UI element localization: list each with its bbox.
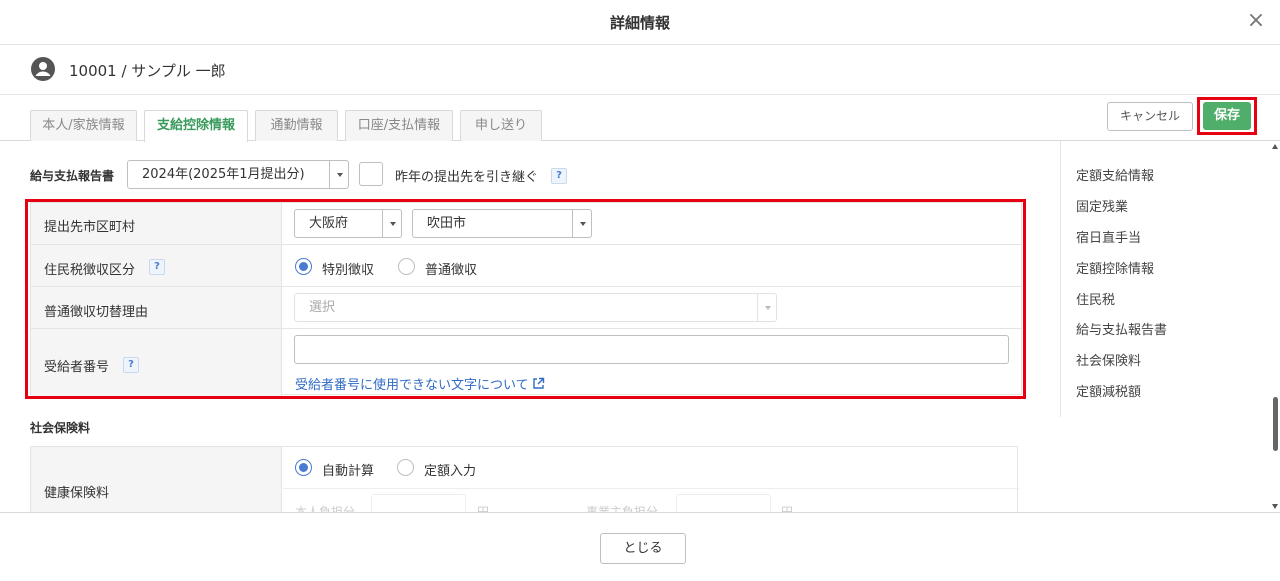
employee-name: 10001 / サンプル 一郎 <box>69 62 226 80</box>
self-share-label: 本人負担分 <box>295 505 356 512</box>
report-year-select[interactable]: 2024年(2025年1月提出分) <box>127 160 349 189</box>
self-share-input[interactable] <box>371 494 466 512</box>
modal-footer: とじる <box>0 512 1280 581</box>
tab-account-payment[interactable]: 口座/支払情報 <box>345 110 453 141</box>
employer-share-input[interactable] <box>676 494 771 512</box>
tab-personal-family[interactable]: 本人/家族情報 <box>30 110 137 141</box>
insurance-table: 健康保険料 自動計算 定額入力 本人負担分 円 事業主負担分 円 <box>30 446 1019 512</box>
report-label: 給与支払報告書 <box>30 169 115 183</box>
insurance-section-label: 社会保険料 <box>30 421 91 435</box>
cancel-button[interactable]: キャンセル <box>1107 102 1193 131</box>
nav-night-duty[interactable]: 宿日直手当 <box>1076 227 1141 246</box>
radio-auto-calc[interactable] <box>295 459 312 476</box>
close-button[interactable]: とじる <box>600 533 686 564</box>
radio-auto-calc-label: 自動計算 <box>322 464 375 479</box>
detail-modal: 詳細情報 × 10001 / サンプル 一郎 本人/家族情報 支給控除情報 通勤… <box>0 0 1280 581</box>
nav-fixed-deduction[interactable]: 定額控除情報 <box>1076 258 1154 277</box>
nav-social-insurance[interactable]: 社会保険料 <box>1076 350 1141 369</box>
row-health-insurance: 健康保険料 自動計算 定額入力 本人負担分 円 事業主負担分 円 <box>31 447 1019 512</box>
radio-fixed-amount-label: 定額入力 <box>424 464 477 479</box>
employer-share-label: 事業主負担分 <box>586 505 659 512</box>
scroll-thumb[interactable] <box>1273 397 1278 451</box>
modal-header: 詳細情報 × <box>0 0 1280 45</box>
nav-payment-report[interactable]: 給与支払報告書 <box>1076 319 1167 338</box>
chevron-down-icon <box>329 161 348 188</box>
main-content: 給与支払報告書 2024年(2025年1月提出分) 昨年の提出先を引き継ぐ ? … <box>0 141 1060 512</box>
nav-fixed-overtime[interactable]: 固定残業 <box>1076 196 1128 215</box>
user-circle-icon <box>31 57 55 81</box>
radio-fixed-amount[interactable] <box>397 459 414 476</box>
scroll-down-icon[interactable] <box>1272 504 1278 509</box>
highlight-frame <box>25 199 1026 399</box>
save-button[interactable]: 保存 <box>1203 102 1251 130</box>
tab-commute[interactable]: 通勤情報 <box>255 110 338 141</box>
report-year-value: 2024年(2025年1月提出分) <box>142 167 305 182</box>
tab-handover[interactable]: 申し送り <box>460 110 542 141</box>
inherit-checkbox[interactable] <box>359 162 383 186</box>
employee-row: 10001 / サンプル 一郎 <box>0 45 1280 95</box>
tab-payment-deduction[interactable]: 支給控除情報 <box>144 110 248 142</box>
modal-title: 詳細情報 <box>609 14 670 32</box>
nav-fixed-payment[interactable]: 定額支給情報 <box>1076 165 1154 184</box>
nav-resident-tax[interactable]: 住民税 <box>1076 289 1115 308</box>
section-nav: 定額支給情報 固定残業 宿日直手当 定額控除情報 住民税 給与支払報告書 社会保… <box>1060 141 1270 417</box>
help-icon[interactable]: ? <box>551 168 567 184</box>
inherit-label: 昨年の提出先を引き継ぐ <box>395 170 539 185</box>
tab-bar: 本人/家族情報 支給控除情報 通勤情報 口座/支払情報 申し送り キャンセル 保… <box>0 95 1280 142</box>
scrollbar[interactable] <box>1270 141 1280 512</box>
yen-unit: 円 <box>781 505 794 512</box>
nav-fixed-tax-reduction[interactable]: 定額減税額 <box>1076 381 1141 400</box>
yen-unit: 円 <box>477 505 490 512</box>
scroll-up-icon[interactable] <box>1272 144 1278 149</box>
health-insurance-label: 健康保険料 <box>44 486 110 501</box>
close-icon[interactable]: × <box>1244 8 1268 34</box>
